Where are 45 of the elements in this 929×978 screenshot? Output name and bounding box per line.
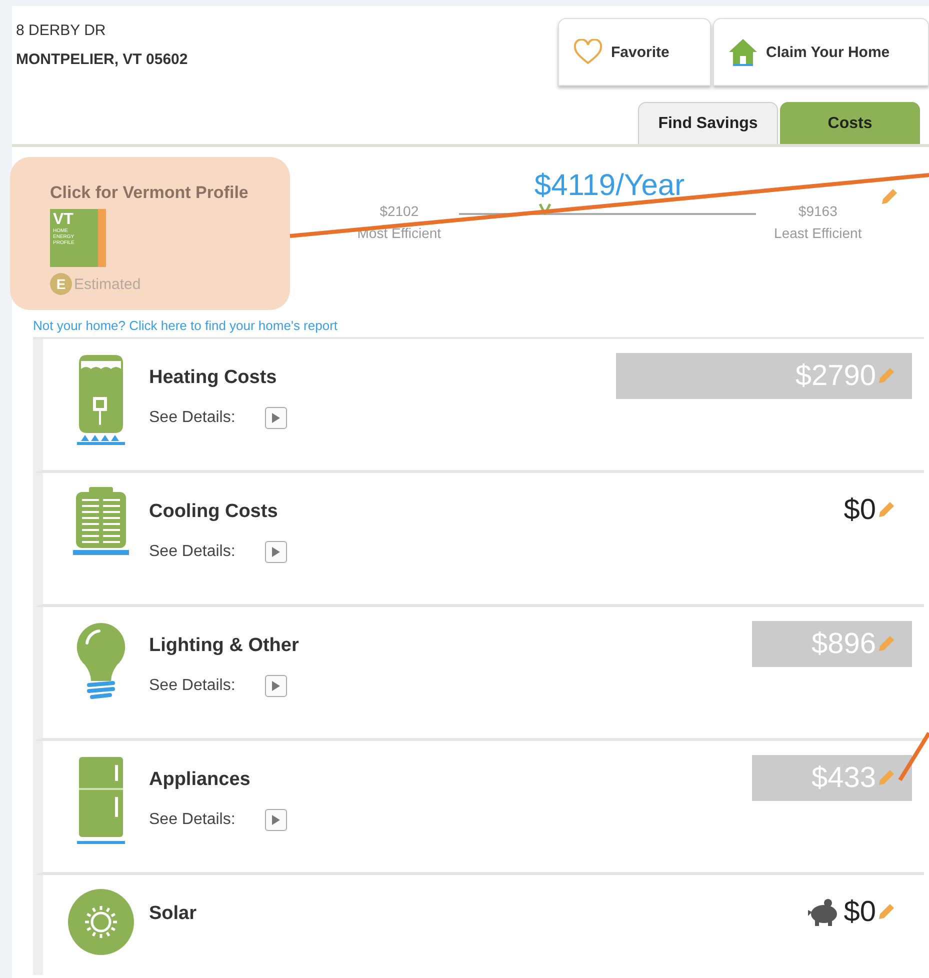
details-label: See Details:	[149, 811, 236, 829]
estimated-badge: E	[50, 273, 72, 295]
pencil-icon[interactable]	[879, 187, 899, 207]
play-icon	[271, 814, 282, 826]
air-conditioner-icon	[73, 487, 129, 557]
category-title: Solar	[149, 903, 198, 925]
max-label: Least Efficient	[774, 225, 862, 241]
profile-title: Click for Vermont Profile	[50, 183, 250, 203]
category-title: Appliances	[149, 769, 252, 791]
pencil-icon[interactable]	[876, 902, 896, 922]
details-label: See Details:	[149, 409, 236, 427]
play-button[interactable]	[265, 675, 288, 697]
play-button[interactable]	[265, 541, 288, 563]
city-address: MONTPELIER, VT 05602	[16, 51, 188, 68]
sun-icon	[68, 889, 134, 955]
pencil-icon[interactable]	[876, 768, 896, 788]
water-heater-icon	[75, 353, 127, 445]
category-title: Lighting & Other	[149, 635, 300, 657]
yearly-total: $4119/Year	[534, 169, 685, 203]
play-icon	[271, 680, 282, 692]
pencil-icon[interactable]	[876, 634, 896, 654]
cost-amount[interactable]: $0	[752, 889, 912, 935]
estimated-label: Estimated	[74, 276, 141, 292]
play-button[interactable]	[265, 407, 288, 429]
tab[interactable]: Find Savings	[638, 102, 778, 144]
play-button[interactable]	[265, 809, 288, 831]
details-label: See Details:	[149, 543, 236, 561]
max-cost: $9163	[798, 203, 838, 219]
refrigerator-icon	[77, 755, 125, 845]
favorite-button[interactable]: Favorite	[558, 18, 711, 86]
category-title: Heating Costs	[149, 367, 278, 389]
play-icon	[271, 546, 282, 558]
cost-amount[interactable]: $0	[752, 487, 912, 533]
street-address: 8 DERBY DR	[16, 22, 107, 39]
heart-icon	[573, 39, 603, 65]
tab[interactable]: Costs	[780, 102, 920, 144]
pencil-icon[interactable]	[876, 366, 896, 386]
play-icon	[271, 412, 282, 424]
annotation-line	[898, 732, 929, 782]
category-title: Cooling Costs	[149, 501, 279, 523]
min-cost: $2102	[380, 203, 419, 219]
house-icon	[728, 37, 758, 67]
pencil-icon[interactable]	[876, 500, 896, 520]
claim-home-button[interactable]: Claim Your Home	[713, 18, 929, 86]
details-label: See Details:	[149, 677, 236, 695]
